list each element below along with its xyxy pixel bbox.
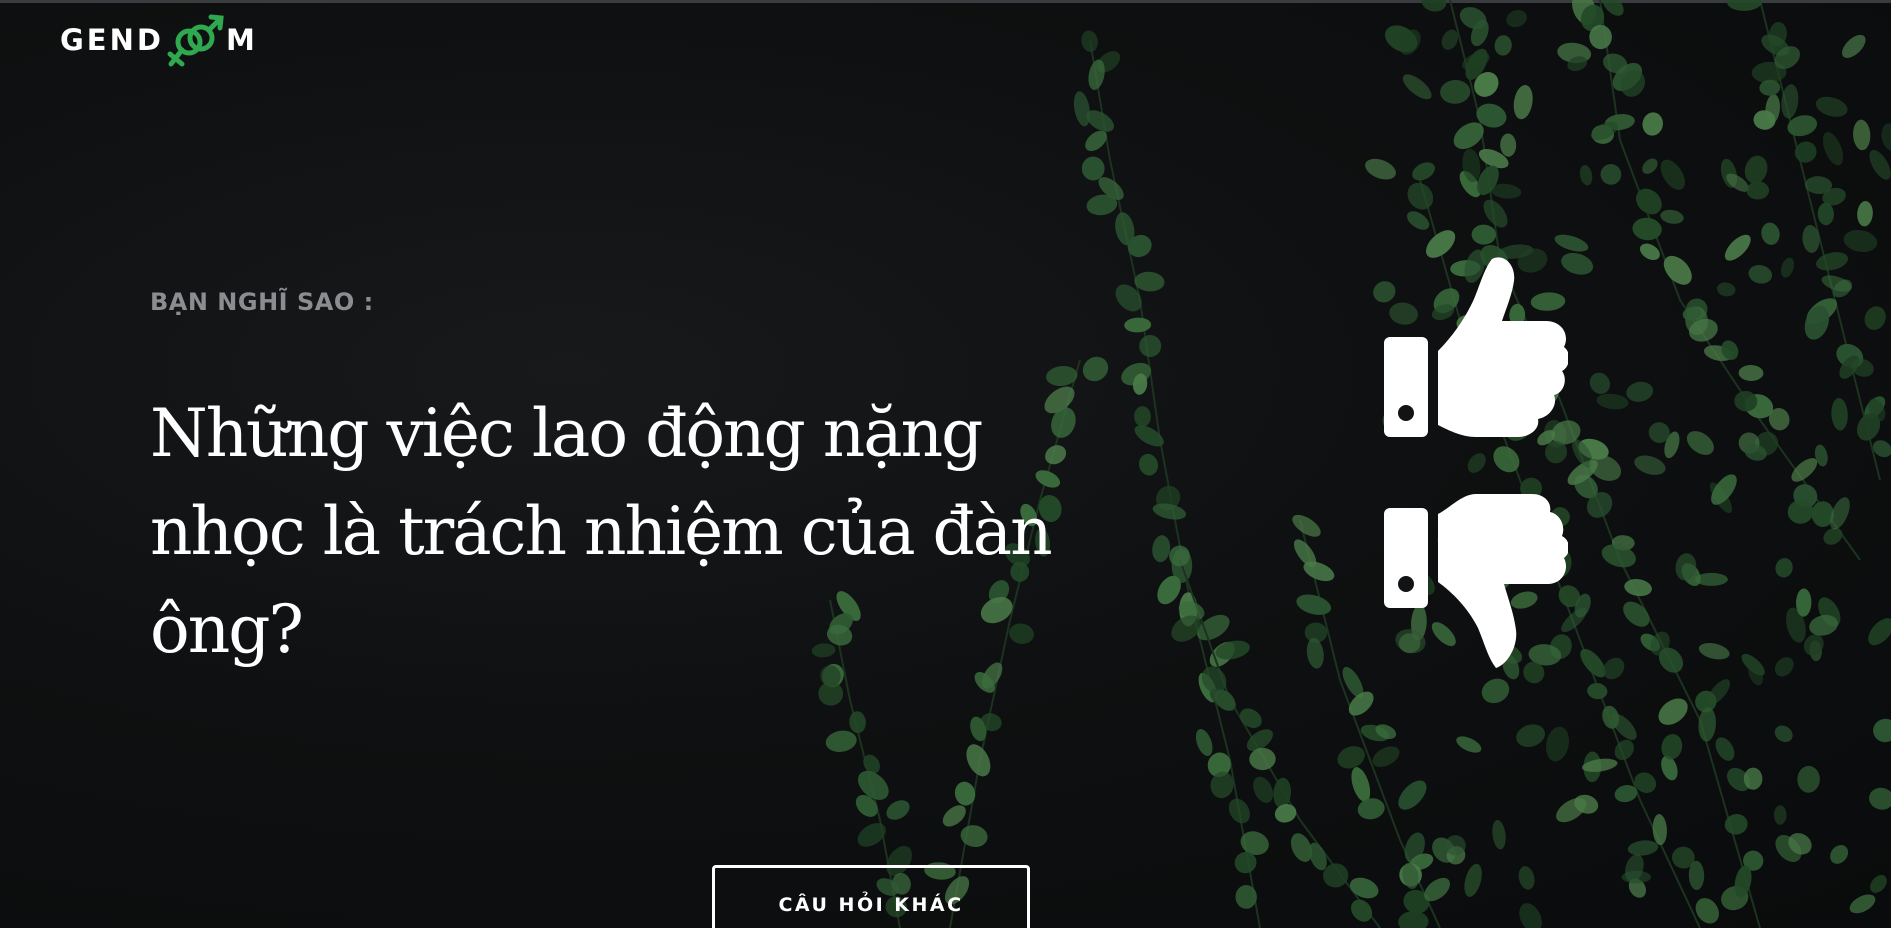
other-question-button[interactable]: CÂU HỎI KHÁC: [712, 865, 1030, 928]
thumbs-down-icon: [1384, 494, 1570, 668]
logo-text-left: GEND: [60, 23, 164, 57]
prompt-eyebrow: BẠN NGHĨ SAO :: [150, 288, 374, 316]
thumbs-up-icon: [1384, 257, 1570, 437]
page: GEND M BẠN NGHĨ SAO : Những việc lao độn…: [0, 0, 1891, 928]
agree-button[interactable]: [1380, 255, 1570, 440]
logo-text-right: M: [225, 23, 258, 57]
site-logo[interactable]: GEND M: [60, 8, 258, 72]
gender-symbols-icon: [167, 14, 224, 67]
question-text: Những việc lao động nặng nhọc là trách n…: [150, 395, 1053, 668]
disagree-button[interactable]: [1380, 490, 1570, 675]
